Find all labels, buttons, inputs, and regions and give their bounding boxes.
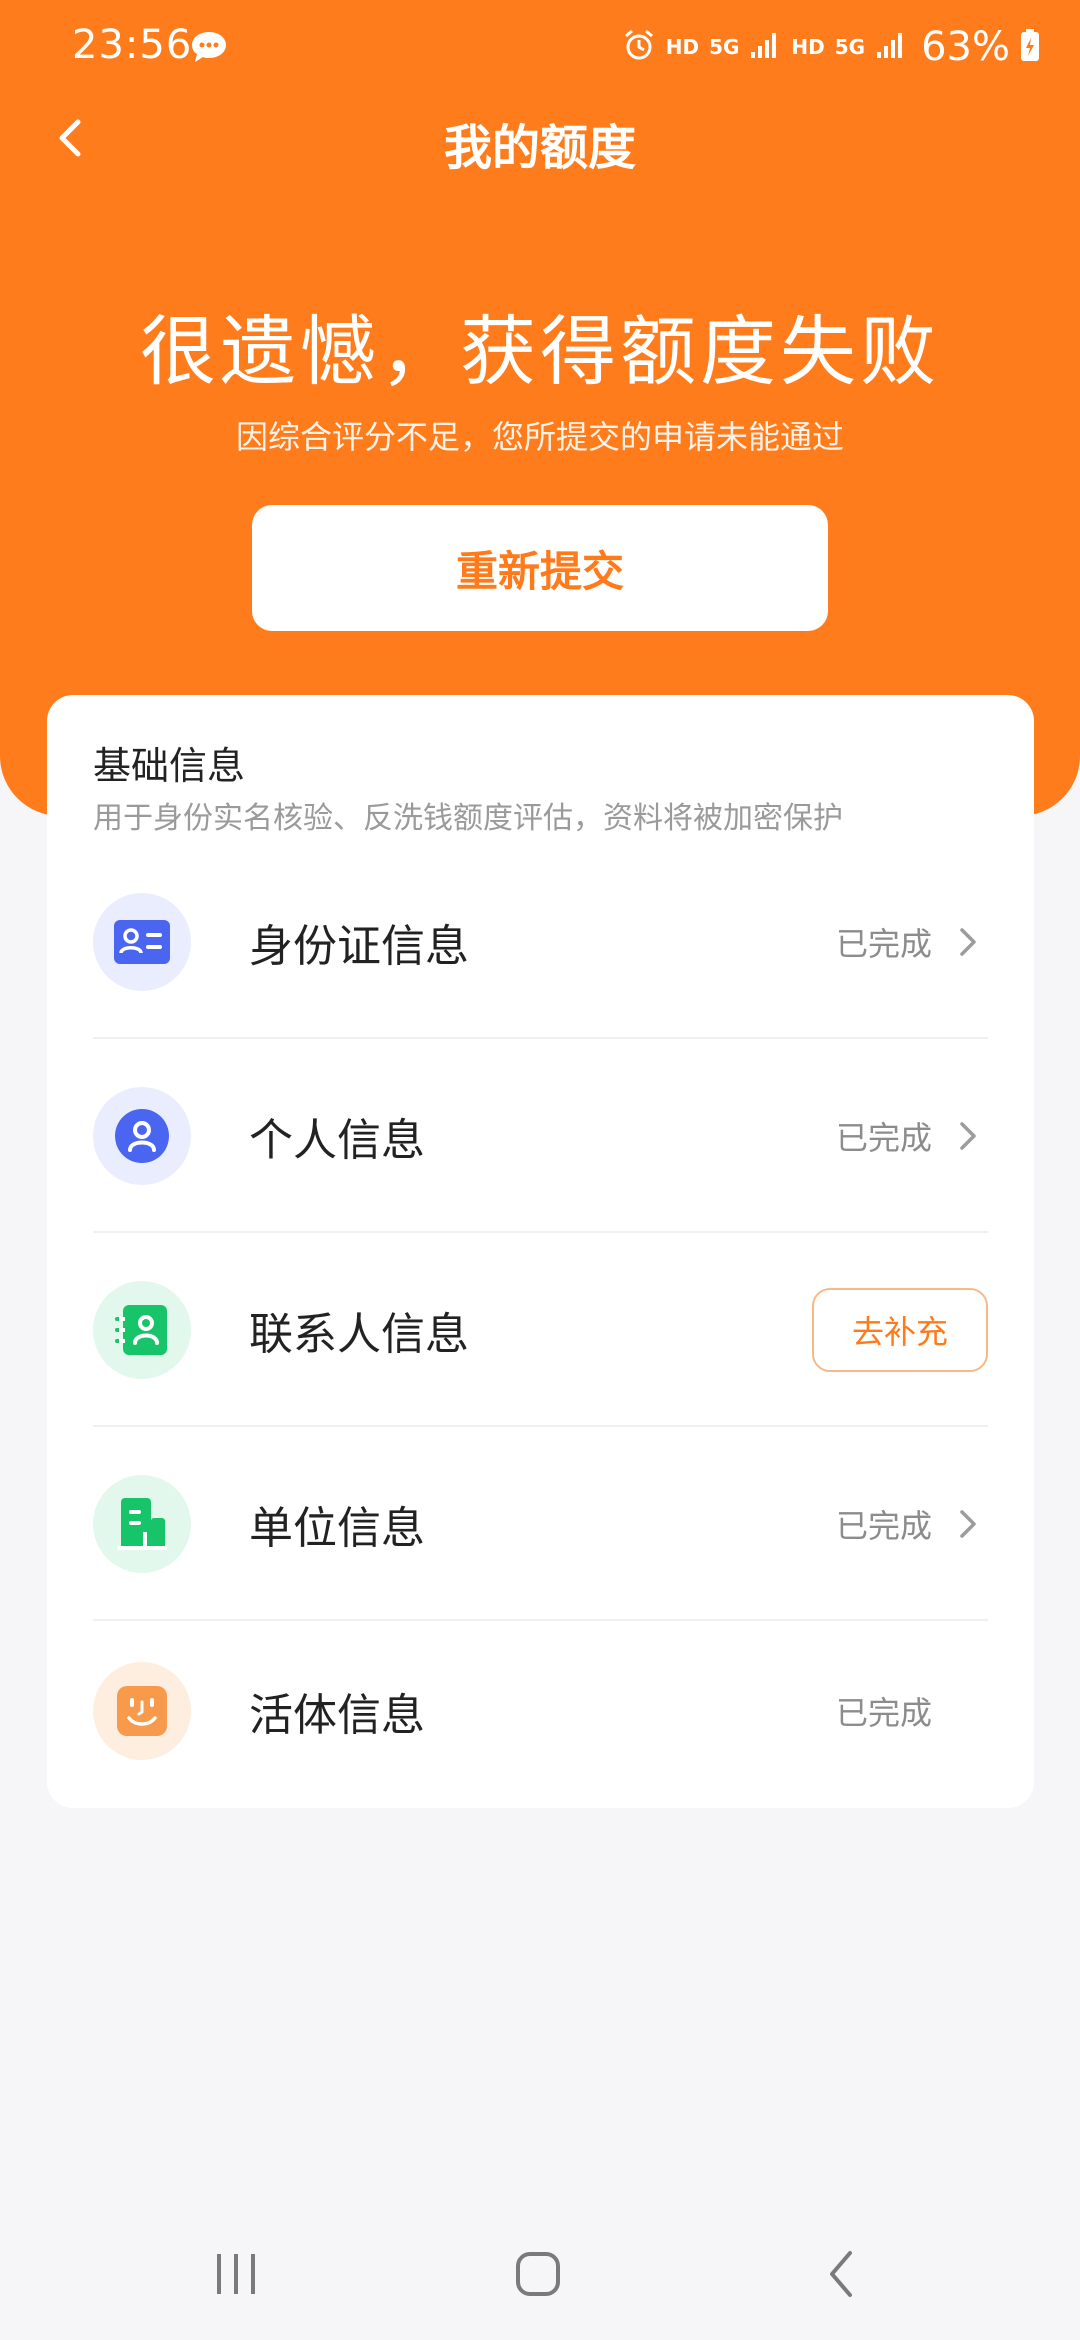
status-time: 23:56: [72, 22, 193, 68]
row-label: 单位信息: [249, 1503, 425, 1554]
id-card-icon: [93, 893, 191, 991]
hd-label-2: HD: [791, 35, 825, 59]
network-label-1: 5G: [709, 35, 740, 59]
card-description: 用于身份实名核验、反洗钱额度评估，资料将被加密保护: [93, 801, 843, 836]
network-label-2: 5G: [834, 35, 866, 59]
hd-label-1: HD: [665, 35, 700, 59]
alarm-icon: [622, 28, 656, 66]
page-title: 我的额度: [443, 120, 636, 176]
chevron-right-icon: [960, 928, 976, 956]
row-label: 活体信息: [249, 1690, 425, 1741]
result-subtitle: 因综合评分不足，您所提交的申请未能通过: [235, 418, 844, 456]
basic-info-card: 基础信息 用于身份实名核验、反洗钱额度评估，资料将被加密保护 身份证信息 已完成: [47, 695, 1034, 1808]
info-row-liveness[interactable]: 活体信息 已完成: [93, 1621, 988, 1801]
resubmit-button[interactable]: 重新提交: [252, 505, 828, 631]
row-status: 已完成: [835, 925, 932, 963]
building-icon: [93, 1475, 191, 1573]
contact-book-icon: [93, 1281, 191, 1379]
face-icon: [93, 1662, 191, 1760]
system-navigation-bar: [0, 2204, 1080, 2340]
result-title: 很遗憾，获得额度失败: [140, 307, 940, 396]
recent-apps-icon: [217, 2254, 255, 2294]
info-row-contacts[interactable]: 联系人信息 去补充: [93, 1233, 988, 1427]
signal-icon-2: [875, 30, 907, 64]
status-indicators: HD 5G HD 5G 63%: [622, 22, 1040, 72]
chevron-right-icon: [960, 1122, 976, 1150]
battery-level: 63%: [921, 24, 1010, 70]
row-label: 个人信息: [249, 1115, 425, 1166]
row-label: 联系人信息: [249, 1309, 469, 1360]
info-row-employer[interactable]: 单位信息 已完成: [93, 1427, 988, 1621]
home-icon: [516, 2252, 560, 2296]
row-status: 已完成: [835, 1507, 932, 1545]
recent-apps-button[interactable]: [196, 2244, 276, 2304]
chevron-right-icon: [960, 1510, 976, 1538]
system-back-button[interactable]: [802, 2244, 882, 2304]
supplement-button[interactable]: 去补充: [812, 1288, 988, 1372]
row-label: 身份证信息: [249, 921, 469, 972]
back-arrow-icon: [830, 2251, 852, 2297]
message-icon: [190, 30, 228, 64]
home-button[interactable]: [498, 2244, 578, 2304]
info-row-personal[interactable]: 个人信息 已完成: [93, 1039, 988, 1233]
signal-icon-1: [749, 30, 781, 64]
status-bar: 23:56 HD 5G HD 5G 63%: [0, 0, 1080, 96]
page: 23:56 HD 5G HD 5G 63% 我的额度 很遗憾，获得额度失败 因综…: [0, 0, 1080, 2340]
row-status: 已完成: [835, 1694, 932, 1732]
card-title: 基础信息: [93, 744, 246, 788]
row-status: 已完成: [835, 1119, 932, 1157]
info-row-id-card[interactable]: 身份证信息 已完成: [93, 845, 988, 1039]
person-icon: [93, 1087, 191, 1185]
battery-icon: [1020, 28, 1040, 66]
